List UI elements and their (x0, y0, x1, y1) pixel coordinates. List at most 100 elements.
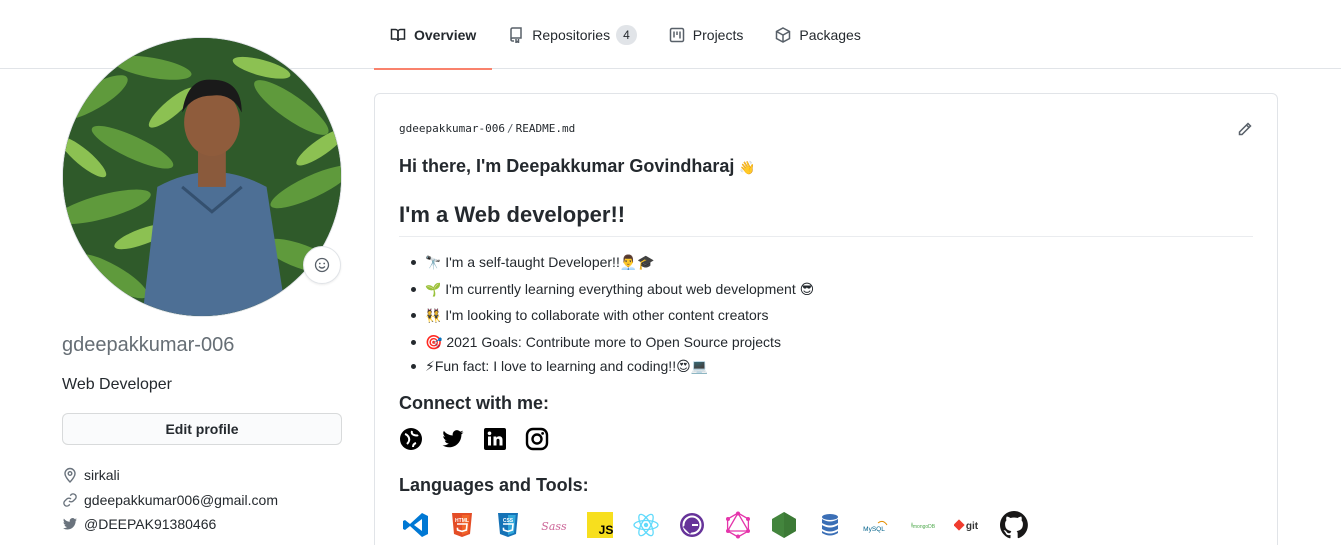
seedling-emoji: 🌱 (425, 282, 442, 298)
location-icon (64, 467, 76, 483)
dancers-emoji: 👯 (425, 309, 442, 324)
pencil-icon (1238, 122, 1252, 136)
tab-label: Projects (692, 26, 744, 43)
tool-database[interactable] (813, 510, 847, 540)
tools-list: HTML CSS Sass JS MySQL mongoDB git (399, 510, 1031, 540)
tool-react[interactable] (629, 510, 663, 540)
tool-javascript[interactable]: JS (583, 510, 617, 540)
html5-icon: HTML (452, 513, 472, 537)
tool-graphql[interactable] (721, 510, 755, 540)
path-separator: / (506, 122, 514, 135)
tool-mysql[interactable]: MySQL (859, 510, 893, 540)
graphql-icon (726, 511, 750, 539)
email-link[interactable]: gdeepakkumar006@gmail.com (84, 492, 278, 508)
project-board-icon (669, 27, 685, 42)
profile-twitter[interactable]: @DEEPAK91380466 (62, 516, 216, 532)
readme-file-link[interactable]: README.md (516, 122, 576, 135)
readme-heading: I'm a Web developer!! (399, 202, 1253, 237)
tab-label: Repositories (532, 26, 611, 43)
connect-heading: Connect with me: (399, 393, 550, 413)
js-label: JS (599, 523, 614, 537)
tools-heading: Languages and Tools: (399, 475, 589, 495)
tool-mongodb[interactable]: mongoDB (905, 510, 939, 540)
tool-html5[interactable]: HTML (445, 510, 479, 540)
gatsby-icon (680, 513, 704, 537)
link-icon (63, 493, 77, 507)
website-link[interactable] (399, 427, 423, 451)
tab-label: Packages (799, 26, 861, 43)
instagram-icon (525, 427, 549, 451)
set-status-button[interactable] (303, 246, 341, 284)
list-item: ⚡Fun fact: I love to learning and coding… (399, 354, 1239, 379)
instagram-link[interactable] (525, 427, 549, 451)
readme-path: gdeepakkumar-006/README.md (399, 122, 575, 135)
book-icon (390, 28, 406, 41)
tab-projects[interactable]: Projects (653, 0, 760, 69)
javascript-icon: JS (587, 512, 614, 538)
sass-icon: Sass (541, 520, 567, 533)
repo-count-badge: 4 (616, 24, 637, 45)
list-item-text: I'm currently learning everything about … (445, 280, 815, 297)
profile-email[interactable]: gdeepakkumar006@gmail.com (62, 492, 278, 508)
edit-profile-button[interactable]: Edit profile (62, 413, 342, 445)
profile-username: gdeepakkumar-006 (62, 334, 235, 356)
twitter-handle[interactable]: @DEEPAK91380466 (84, 516, 216, 532)
edit-readme-button[interactable] (1237, 121, 1253, 137)
database-icon (822, 514, 838, 536)
linkedin-icon (484, 428, 506, 450)
repo-icon (510, 26, 523, 43)
location-text: sirkali (84, 467, 120, 483)
tool-sass[interactable]: Sass (537, 510, 571, 540)
tab-repositories[interactable]: Repositories 4 (492, 0, 653, 69)
readme-list: 🔭 I'm a self-taught Developer!!👨‍💼🎓 🌱 I'm … (399, 250, 1239, 379)
vscode-icon (403, 513, 428, 537)
list-item-text: ⚡Fun fact: I love to learning and coding… (425, 358, 709, 374)
tab-overview[interactable]: Overview (374, 0, 493, 70)
smiley-icon (314, 257, 330, 273)
tool-gatsby[interactable] (675, 510, 709, 540)
twitter-icon (442, 430, 464, 448)
readme-greeting: Hi there, I'm Deepakkumar Govindharaj 👋 (399, 156, 760, 177)
tool-git[interactable]: git (951, 510, 985, 540)
sass-label: Sass (541, 520, 567, 533)
list-item: 🎯 2021 Goals: Contribute more to Open So… (399, 330, 1239, 355)
github-icon (1000, 511, 1028, 539)
social-links (399, 427, 549, 451)
profile-location: sirkali (62, 467, 120, 483)
list-item-text: 🎯 2021 Goals: Contribute more to Open So… (425, 333, 781, 350)
mysql-icon: MySQL (863, 520, 888, 533)
mongodb-label: mongoDB (913, 524, 936, 530)
list-item: 🌱 I'm currently learning everything about… (399, 277, 1239, 304)
css3-icon: CSS (498, 513, 518, 537)
git-label: git (966, 521, 979, 532)
tool-github[interactable] (997, 510, 1031, 540)
linkedin-link[interactable] (483, 427, 507, 451)
wave-emoji: 👋 (739, 161, 756, 176)
css-label: CSS (503, 518, 514, 524)
mongodb-icon: mongoDB (911, 522, 936, 530)
readme-box: gdeepakkumar-006/README.md Hi there, I'm… (374, 93, 1278, 545)
git-icon: git (954, 519, 979, 532)
readme-owner-link[interactable]: gdeepakkumar-006 (399, 122, 505, 135)
avatar[interactable] (62, 37, 342, 317)
avatar-photo (63, 38, 341, 316)
profile-bio: Web Developer (62, 376, 172, 393)
tab-list: Overview Repositories 4 Projects Package… (374, 0, 877, 70)
twitter-icon (63, 518, 77, 530)
tab-packages[interactable]: Packages (759, 0, 876, 69)
greeting-text: Hi there, I'm Deepakkumar Govindharaj (399, 156, 735, 176)
tool-vscode[interactable] (399, 510, 433, 540)
mysql-label: MySQL (863, 526, 885, 533)
package-icon (776, 26, 791, 43)
tool-css3[interactable]: CSS (491, 510, 525, 540)
tool-nodejs[interactable] (767, 510, 801, 540)
telescope-emoji: 🔭 (425, 256, 442, 271)
tab-label: Overview (414, 26, 477, 43)
nodejs-icon (772, 512, 796, 538)
avatar-container (62, 37, 342, 317)
react-icon (633, 513, 659, 537)
list-item: 👯 I'm looking to collaborate with other c… (399, 303, 1239, 330)
twitter-link[interactable] (441, 427, 465, 451)
list-item-text: I'm looking to collaborate with other co… (445, 307, 769, 323)
list-item-text: I'm a self-taught Developer!!👨‍💼🎓 (445, 254, 655, 270)
